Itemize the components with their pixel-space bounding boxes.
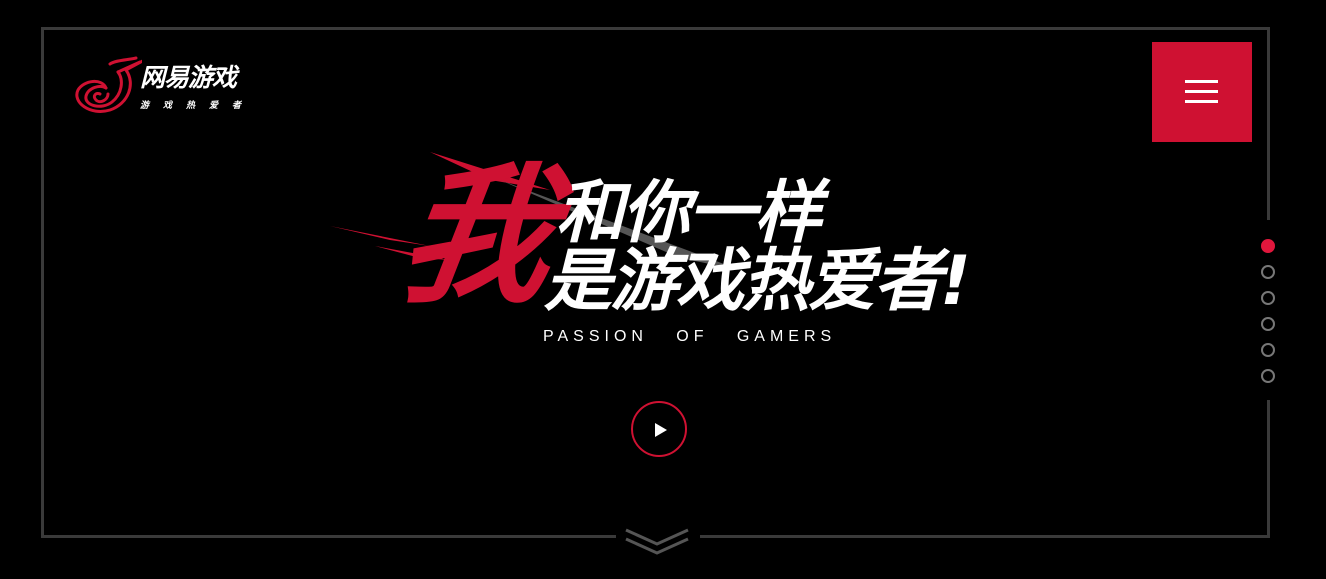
logo-name: 网易游戏 [140, 63, 237, 92]
hero-line-1: 和你一样 [556, 174, 822, 253]
hero-big-char: 我 [389, 150, 565, 324]
netease-games-logo[interactable]: 网易游戏 游戏热爱者 [70, 56, 260, 118]
hero-line-2: 是游戏热爱者! [544, 242, 971, 321]
pagination-dot[interactable] [1261, 343, 1275, 357]
hamburger-menu-icon [1185, 100, 1218, 103]
menu-button[interactable] [1152, 42, 1252, 142]
logo-tagline: 游戏热爱者 [140, 101, 256, 111]
hero-subtitle: PASSION OF GAMERS [543, 328, 837, 345]
pagination-dot[interactable] [1261, 239, 1275, 253]
pagination-dot[interactable] [1261, 291, 1275, 305]
play-icon [655, 423, 667, 437]
netease-swirl-logo-icon [75, 56, 150, 113]
section-pagination [1261, 239, 1277, 389]
hero-slogan: 我 和你一样 是游戏热爱者! [320, 150, 1000, 325]
play-video-button[interactable] [631, 401, 687, 457]
hamburger-menu-icon [1185, 90, 1218, 93]
pagination-dot[interactable] [1261, 265, 1275, 279]
pagination-dot[interactable] [1261, 317, 1275, 331]
pagination-dot[interactable] [1261, 369, 1275, 383]
scroll-down-button[interactable] [624, 524, 690, 556]
chevron-down-icon [625, 528, 689, 555]
hamburger-menu-icon [1185, 80, 1218, 83]
